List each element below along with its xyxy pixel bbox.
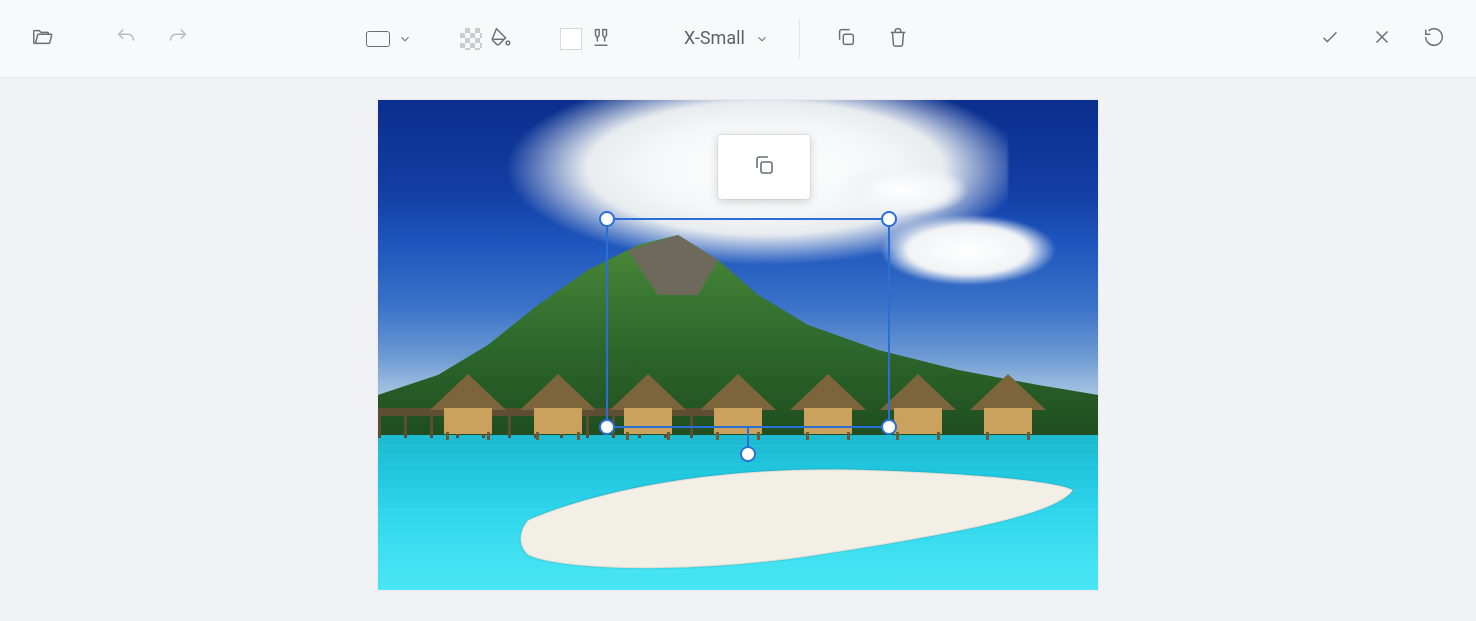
fill-swatch [460, 28, 482, 50]
copy-icon [752, 153, 776, 181]
selection-box[interactable] [606, 218, 890, 428]
highlighter-icon [590, 26, 612, 52]
stroke-size-picker[interactable]: X-Small [676, 28, 777, 49]
chevron-down-icon [398, 32, 412, 46]
redo-button[interactable] [154, 15, 202, 63]
shape-picker[interactable] [360, 31, 418, 47]
resize-handle-top-right[interactable] [881, 211, 897, 227]
floating-copy-button[interactable] [718, 135, 810, 199]
copy-icon [835, 26, 857, 52]
rotation-handle[interactable] [740, 446, 756, 462]
resize-handle-bottom-right[interactable] [881, 419, 897, 435]
editor-toolbar: X-Small [0, 0, 1476, 78]
undo-icon [115, 26, 137, 52]
rotate-ccw-icon [1423, 26, 1445, 52]
stroke-size-label: X-Small [684, 28, 745, 49]
resize-handle-bottom-left[interactable] [599, 419, 615, 435]
folder-open-icon [31, 26, 53, 52]
check-icon [1319, 26, 1341, 52]
image-canvas[interactable] [378, 100, 1098, 590]
copy-button[interactable] [822, 15, 870, 63]
chevron-down-icon [755, 32, 769, 46]
stroke-swatch [560, 28, 582, 50]
paint-bucket-icon [490, 26, 512, 52]
trash-icon [887, 26, 909, 52]
undo-button[interactable] [102, 15, 150, 63]
resize-handle-top-left[interactable] [599, 211, 615, 227]
stroke-color-control[interactable] [554, 26, 618, 52]
fill-color-control[interactable] [454, 26, 518, 52]
close-icon [1371, 26, 1393, 52]
redo-icon [167, 26, 189, 52]
apply-button[interactable] [1306, 15, 1354, 63]
toolbar-divider [799, 19, 800, 59]
reset-button[interactable] [1410, 15, 1458, 63]
cancel-button[interactable] [1358, 15, 1406, 63]
delete-button[interactable] [874, 15, 922, 63]
open-button[interactable] [18, 15, 66, 63]
rectangle-shape-icon [366, 31, 390, 47]
